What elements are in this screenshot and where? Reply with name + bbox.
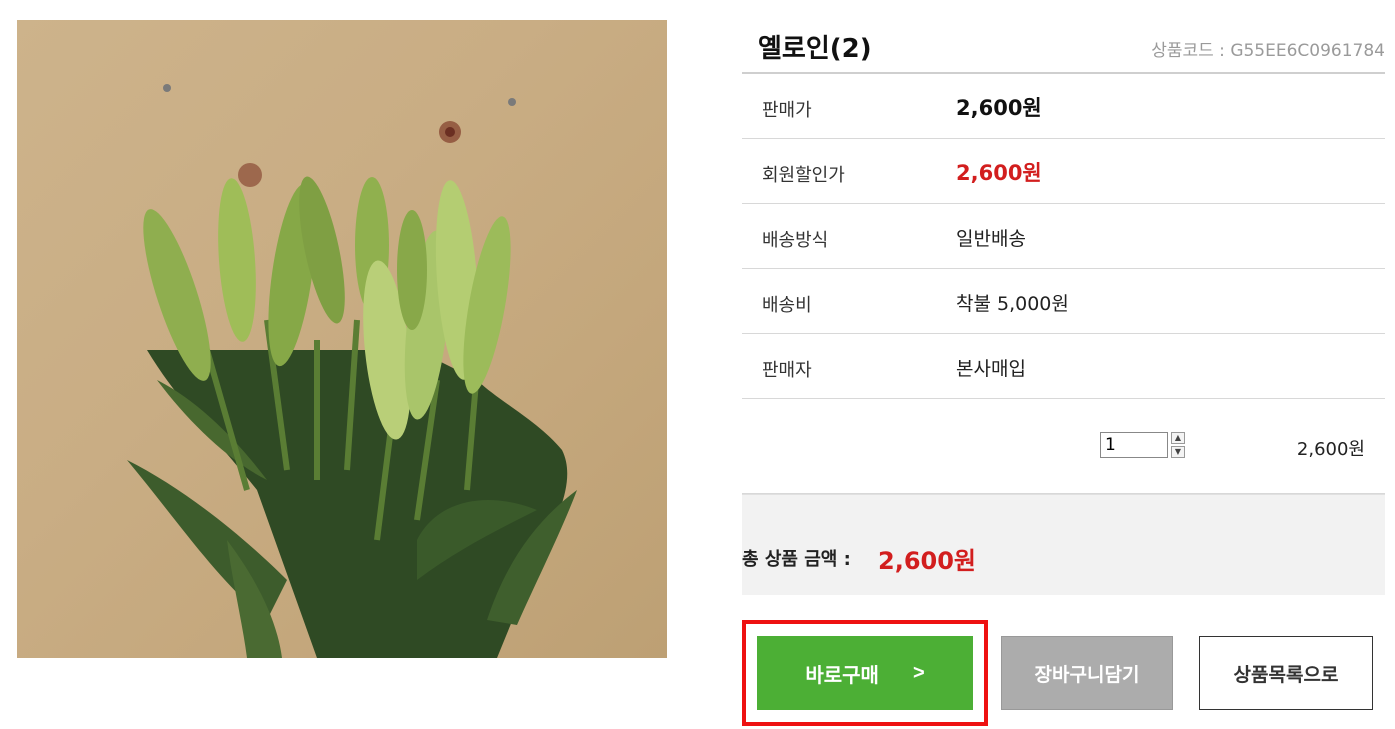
add-to-cart-button[interactable]: 장바구니담기 [1001, 636, 1173, 710]
stepper-down-icon[interactable]: ▼ [1171, 446, 1185, 458]
detail-label: 배송방식 [762, 230, 829, 251]
detail-row-price: 판매가 2,600원 [742, 74, 1385, 139]
price-value: 2,600원 [956, 96, 1042, 120]
lily-buds-photo [127, 84, 577, 658]
total-amount: 2,600원 [878, 547, 976, 575]
product-title: 옐로인(2) [758, 34, 872, 64]
product-image [17, 20, 667, 658]
title-row: 옐로인(2) 상품코드 : G55EE6C0961784 [742, 20, 1385, 74]
product-info-panel: 옐로인(2) 상품코드 : G55EE6C0961784 판매가 2,600원 … [742, 20, 1385, 595]
buy-now-label: 바로구매 [805, 664, 879, 687]
product-list-button[interactable]: 상품목록으로 [1199, 636, 1373, 710]
quantity-input[interactable] [1100, 432, 1168, 458]
total-label: 총 상품 금액 : [742, 549, 851, 570]
member-price-value: 2,600원 [956, 161, 1042, 185]
quantity-stepper[interactable]: ▲ ▼ [1171, 432, 1185, 458]
detail-label: 판매가 [762, 100, 812, 121]
chevron-right-icon: > [912, 661, 925, 684]
detail-label: 판매자 [762, 360, 812, 381]
total-box: 총 상품 금액 : 2,600원 [742, 494, 1385, 595]
detail-row-seller: 판매자 본사매입 [742, 334, 1385, 399]
detail-row-member-price: 회원할인가 2,600원 [742, 139, 1385, 204]
detail-label: 회원할인가 [762, 165, 845, 186]
shipping-fee-value: 착불 5,000원 [956, 293, 1069, 315]
detail-label: 배송비 [762, 295, 812, 316]
stepper-up-icon[interactable]: ▲ [1171, 432, 1185, 444]
buy-now-button[interactable]: 바로구매 > [757, 636, 973, 710]
shipping-method-value: 일반배송 [956, 228, 1026, 250]
detail-row-shipping-method: 배송방식 일반배송 [742, 204, 1385, 269]
action-buttons: 바로구매 > 장바구니담기 상품목록으로 [742, 620, 1385, 726]
detail-row-shipping-fee: 배송비 착불 5,000원 [742, 269, 1385, 334]
quantity-row: ▲ ▼ 2,600원 [742, 399, 1385, 494]
line-total: 2,600원 [1296, 439, 1365, 460]
seller-value: 본사매입 [956, 358, 1026, 380]
product-code: 상품코드 : G55EE6C0961784 [1151, 41, 1385, 61]
